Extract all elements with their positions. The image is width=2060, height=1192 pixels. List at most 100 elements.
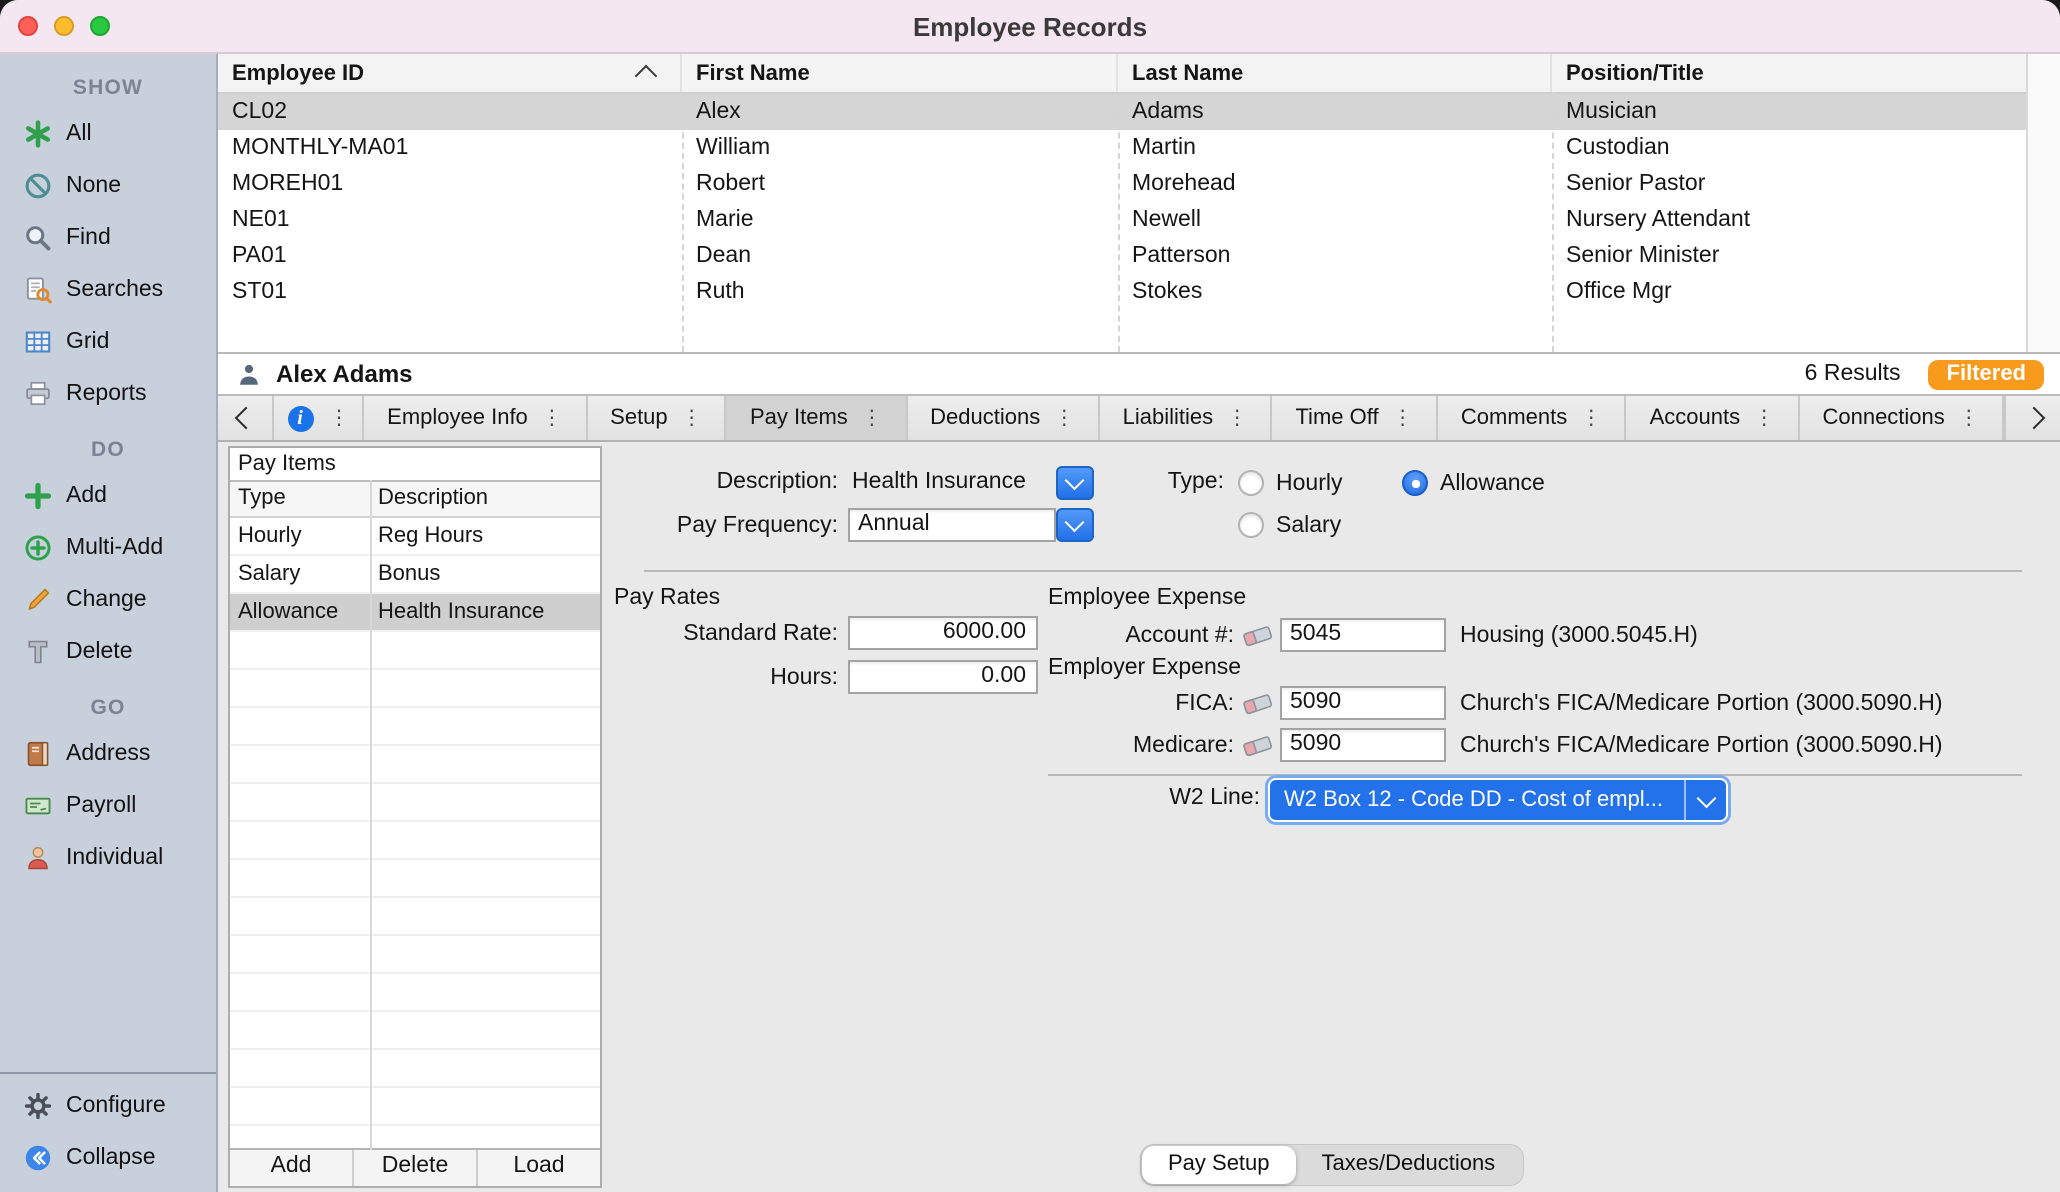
tab-pay-setup[interactable]: Pay Setup	[1142, 1146, 1296, 1184]
tab-accounts[interactable]: Accounts⋮	[1626, 396, 1799, 440]
tab-record-info[interactable]: i ⋮	[274, 396, 364, 440]
hours-field[interactable]: 0.00	[848, 660, 1038, 694]
pay-setup-segmented-control: Pay Setup Taxes/Deductions	[1140, 1144, 1523, 1186]
all-asterisk-icon	[22, 119, 52, 149]
tab-setup[interactable]: Setup⋮	[587, 396, 727, 440]
tab-employee-info[interactable]: Employee Info⋮	[364, 396, 587, 440]
tab-pay-items[interactable]: Pay Items⋮	[727, 396, 907, 440]
payroll-check-icon	[22, 791, 52, 821]
load-pay-item-button[interactable]: Load	[478, 1150, 600, 1186]
pay-frequency-dropdown-button[interactable]	[1056, 508, 1094, 542]
column-header-last-name[interactable]: Last Name	[1118, 54, 1552, 92]
fica-account-field[interactable]: 5090	[1280, 686, 1446, 720]
sidebar-footer: ConfigureCollapse	[0, 1072, 216, 1192]
cell: ST01	[218, 280, 682, 304]
pay-items-tab-content: Pay Items Type Description HourlyReg Hou…	[218, 442, 2060, 1192]
sidebar-item-address[interactable]: Address	[0, 728, 216, 780]
find-icon	[22, 223, 52, 253]
table-scrollbar[interactable]	[2026, 54, 2060, 352]
tab-liabilities[interactable]: Liabilities⋮	[1099, 396, 1272, 440]
tab-menu-icon[interactable]: ⋮	[1054, 407, 1074, 429]
sidebar-item-all[interactable]: All	[0, 108, 216, 160]
tab-menu-icon[interactable]: ⋮	[1393, 407, 1413, 429]
medicare-account-field[interactable]: 5090	[1280, 728, 1446, 762]
pay-frequency-field[interactable]: Annual	[848, 508, 1056, 542]
tab-menu-icon[interactable]: ⋮	[1581, 407, 1601, 429]
filtered-badge[interactable]: Filtered	[1929, 359, 2044, 389]
chevron-down-icon	[1066, 513, 1084, 531]
minimize-button[interactable]	[54, 16, 74, 36]
cell: Adams	[1118, 100, 1552, 124]
type-radio-salary[interactable]: Salary	[1238, 512, 1341, 538]
sidebar-item-change[interactable]: Change	[0, 574, 216, 626]
sidebar-item-delete[interactable]: Delete	[0, 626, 216, 678]
sidebar-item-reports[interactable]: Reports	[0, 368, 216, 420]
clear-medicare-eraser-icon[interactable]	[1242, 730, 1274, 758]
sidebar-item-grid[interactable]: Grid	[0, 316, 216, 368]
sidebar-item-label: Find	[66, 226, 111, 250]
sidebar-item-multi-add[interactable]: Multi-Add	[0, 522, 216, 574]
tab-label: Time Off	[1295, 406, 1378, 430]
pay-items-rows: HourlyReg HoursSalaryBonusAllowanceHealt…	[230, 518, 600, 1148]
tab-menu-icon[interactable]: ⋮	[1959, 407, 1979, 429]
employee-row-pa01[interactable]: PA01DeanPattersonSenior Minister	[218, 238, 2060, 274]
delete-pay-item-button[interactable]: Delete	[354, 1150, 478, 1186]
tab-deductions[interactable]: Deductions⋮	[907, 396, 1099, 440]
person-icon	[234, 359, 264, 389]
w2-line-dropdown[interactable]: W2 Box 12 - Code DD - Cost of empl...	[1270, 780, 1726, 820]
employee-row-cl02[interactable]: CL02AlexAdamsMusician	[218, 94, 2060, 130]
tabs-scroll-left-button[interactable]	[218, 396, 274, 440]
employee-row-moreh01[interactable]: MOREH01RobertMoreheadSenior Pastor	[218, 166, 2060, 202]
sidebar-item-add[interactable]: Add	[0, 470, 216, 522]
tab-menu-icon[interactable]: ⋮	[682, 407, 702, 429]
tab-connections[interactable]: Connections⋮	[1799, 396, 2004, 440]
sidebar-item-individual[interactable]: Individual	[0, 832, 216, 884]
account-number-field[interactable]: 5045	[1280, 618, 1446, 652]
sidebar-item-collapse[interactable]: Collapse	[0, 1132, 216, 1184]
sidebar-item-searches[interactable]: Searches	[0, 264, 216, 316]
pay-item-empty-row	[230, 784, 600, 822]
chevron-right-icon	[2022, 407, 2045, 430]
type-radio-hourly[interactable]: Hourly	[1238, 470, 1342, 496]
address-book-icon	[22, 739, 52, 769]
column-header-first-name[interactable]: First Name	[682, 54, 1118, 92]
tab-menu-icon[interactable]: ⋮	[862, 407, 882, 429]
clear-fica-eraser-icon[interactable]	[1242, 688, 1274, 716]
cell: Custodian	[1552, 136, 2060, 160]
tab-taxes-deductions[interactable]: Taxes/Deductions	[1296, 1146, 1522, 1184]
pay-item-empty-row	[230, 1050, 600, 1088]
add-pay-item-button[interactable]: Add	[230, 1150, 354, 1186]
employee-row-ne01[interactable]: NE01MarieNewellNursery Attendant	[218, 202, 2060, 238]
sidebar-item-configure[interactable]: Configure	[0, 1080, 216, 1132]
pay-item-row-allowance[interactable]: AllowanceHealth Insurance	[230, 594, 600, 632]
close-button[interactable]	[18, 16, 38, 36]
pay-item-empty-row	[230, 670, 600, 708]
tab-menu-icon[interactable]: ⋮	[1754, 407, 1774, 429]
sidebar-item-payroll[interactable]: Payroll	[0, 780, 216, 832]
zoom-button[interactable]	[90, 16, 110, 36]
cell: MONTHLY-MA01	[218, 136, 682, 160]
type-radio-allowance[interactable]: Allowance	[1402, 470, 1545, 496]
tabs-scroll-right-button[interactable]	[2004, 396, 2060, 440]
standard-rate-field[interactable]: 6000.00	[848, 616, 1038, 650]
column-header-employee-id[interactable]: Employee ID	[218, 54, 682, 92]
column-header-type[interactable]: Type	[230, 482, 370, 516]
tab-menu-icon[interactable]: ⋮	[329, 407, 349, 429]
clear-account-eraser-icon[interactable]	[1242, 620, 1274, 648]
employee-expense-heading: Employee Expense	[1048, 586, 1246, 610]
tab-menu-icon[interactable]: ⋮	[542, 407, 562, 429]
employee-row-monthly-ma01[interactable]: MONTHLY-MA01WilliamMartinCustodian	[218, 130, 2060, 166]
pay-rates-heading: Pay Rates	[614, 586, 720, 610]
column-header-position-title[interactable]: Position/Title	[1552, 54, 2060, 92]
employee-row-st01[interactable]: ST01RuthStokesOffice Mgr	[218, 274, 2060, 310]
searches-icon	[22, 275, 52, 305]
tab-comments[interactable]: Comments⋮	[1438, 396, 1627, 440]
employer-expense-heading: Employer Expense	[1048, 656, 1241, 680]
tab-menu-icon[interactable]: ⋮	[1227, 407, 1247, 429]
tab-time-off[interactable]: Time Off ⋮	[1272, 396, 1437, 440]
sidebar-item-none[interactable]: None	[0, 160, 216, 212]
titlebar[interactable]: Employee Records	[0, 0, 2060, 54]
sidebar-item-find[interactable]: Find	[0, 212, 216, 264]
pay-item-row-salary[interactable]: SalaryBonus	[230, 556, 600, 594]
account-number-label: Account #:	[1018, 624, 1234, 648]
